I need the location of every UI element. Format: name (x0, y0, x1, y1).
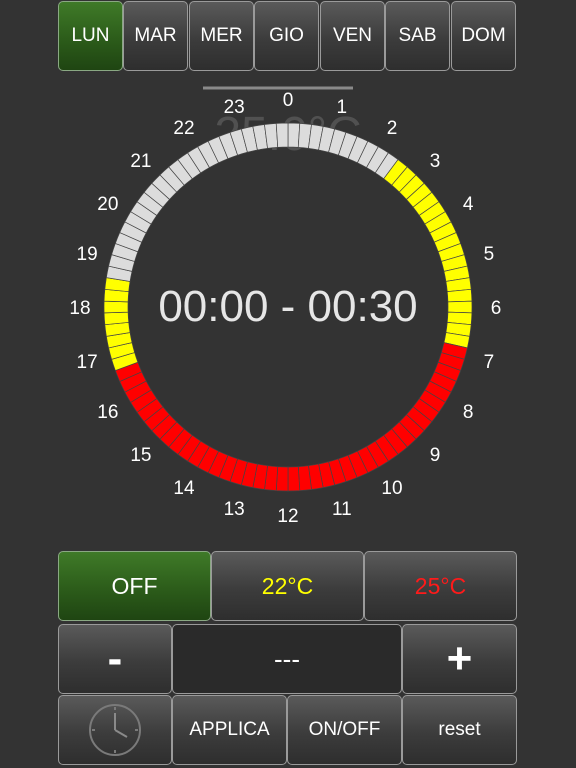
hour-label: 2 (387, 118, 398, 139)
hour-label: 12 (277, 506, 298, 527)
schedule-segment[interactable] (287, 122, 301, 148)
hour-label: 4 (463, 194, 474, 215)
day-button-mar[interactable]: MAR (123, 1, 188, 71)
hour-label: 7 (484, 352, 495, 373)
hour-label: 14 (173, 478, 195, 499)
mode-low-temp-button[interactable]: 22°C (211, 551, 364, 621)
reset-label: reset (438, 719, 481, 740)
day-button-lun[interactable]: LUN (58, 1, 123, 71)
day-label: LUN (71, 25, 110, 46)
hour-label: 21 (130, 151, 151, 172)
hour-label: 22 (173, 118, 194, 139)
day-label: GIO (269, 25, 304, 46)
increase-button[interactable]: + (402, 624, 517, 694)
hour-label: 9 (430, 445, 441, 466)
hour-label: 1 (337, 97, 348, 118)
hour-label: 20 (97, 194, 118, 215)
schedule-segment[interactable] (103, 300, 129, 314)
hour-label: 15 (130, 445, 151, 466)
hour-label: 5 (484, 244, 495, 265)
schedule-dial[interactable]: 25.0°C 012345678910111213141516171819202… (0, 80, 576, 540)
day-label: DOM (461, 25, 506, 46)
day-button-dom[interactable]: DOM (451, 1, 516, 71)
schedule-segment[interactable] (275, 466, 289, 492)
hour-label: 17 (77, 352, 98, 373)
hour-label: 6 (491, 298, 502, 319)
schedule-segment[interactable] (275, 122, 289, 148)
hour-label: 23 (224, 97, 245, 118)
hour-label: 10 (381, 478, 402, 499)
value-display: --- (172, 624, 402, 694)
day-button-mer[interactable]: MER (189, 1, 254, 71)
day-button-gio[interactable]: GIO (254, 1, 319, 71)
schedule-segment[interactable] (287, 466, 301, 492)
hour-label: 13 (224, 499, 245, 520)
hour-label: 19 (77, 244, 98, 265)
hour-label: 8 (463, 402, 474, 423)
reset-button[interactable]: reset (402, 695, 517, 765)
hour-label: 0 (283, 90, 294, 111)
apply-button[interactable]: APPLICA (172, 695, 287, 765)
mode-low-temp-label: 22°C (261, 572, 314, 599)
mode-high-temp-label: 25°C (414, 572, 467, 599)
onoff-button[interactable]: ON/OFF (287, 695, 402, 765)
day-label: SAB (398, 25, 437, 46)
value-display-text: --- (274, 643, 300, 674)
day-label: MAR (134, 25, 177, 46)
mode-off-label: OFF (111, 572, 158, 599)
hour-label: 16 (97, 402, 118, 423)
schedule-segment[interactable] (103, 311, 130, 326)
day-label: MER (200, 25, 243, 46)
day-label: VEN (332, 25, 373, 46)
day-button-ven[interactable]: VEN (320, 1, 385, 71)
clock-icon (89, 704, 141, 756)
onoff-label: ON/OFF (308, 719, 381, 740)
apply-label: APPLICA (189, 719, 270, 740)
schedule-segment[interactable] (446, 288, 473, 303)
hour-label: 3 (430, 151, 441, 172)
selected-time-range: 00:00 - 00:30 (158, 282, 417, 331)
mode-high-temp-button[interactable]: 25°C (364, 551, 517, 621)
minus-label: - (107, 634, 123, 683)
plus-label: + (446, 634, 473, 683)
day-button-sab[interactable]: SAB (385, 1, 450, 71)
mode-off-button[interactable]: OFF (58, 551, 211, 621)
schedule-segment[interactable] (447, 300, 473, 314)
decrease-button[interactable]: - (58, 624, 172, 694)
hour-label: 11 (332, 499, 352, 520)
clock-button[interactable] (58, 695, 172, 765)
hour-label: 18 (69, 298, 90, 319)
